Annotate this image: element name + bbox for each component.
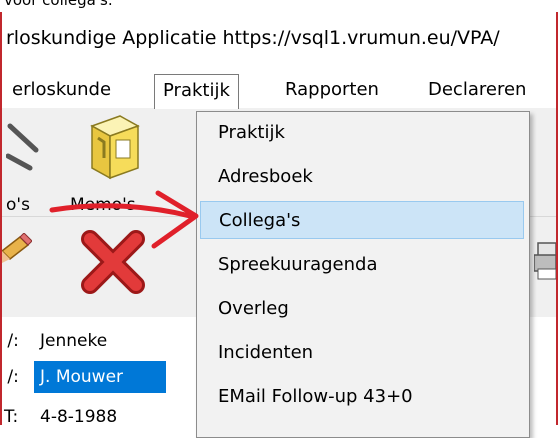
- menu-option-praktijk[interactable]: Praktijk: [200, 114, 524, 152]
- form-row-first-name: /: Jenneke: [4, 325, 107, 357]
- menu-declareren[interactable]: Declareren: [420, 74, 534, 106]
- date-value[interactable]: 4-8-1988: [34, 401, 123, 425]
- menu-option-adresboek[interactable]: Adresboek: [200, 158, 524, 196]
- printer-icon[interactable]: [533, 237, 556, 285]
- form-row-date: T: 4-8-1988: [4, 401, 117, 425]
- menu-bar: erloskunde Praktijk Rapporten Declareren: [2, 70, 556, 109]
- menu-option-collegas[interactable]: Collega's: [200, 201, 524, 239]
- praktijk-dropdown-menu: Praktijk Adresboek Collega's Spreekuurag…: [196, 111, 530, 438]
- name-value[interactable]: J. Mouwer: [34, 361, 166, 393]
- memo-button-label[interactable]: Memo's: [70, 196, 136, 214]
- menu-verloskunde[interactable]: erloskunde: [4, 74, 119, 106]
- memo-icon[interactable]: [82, 112, 144, 190]
- first-name-value[interactable]: Jenneke: [34, 325, 113, 357]
- menu-rapporten[interactable]: Rapporten: [277, 74, 387, 106]
- edit-pencil-icon[interactable]: [2, 232, 33, 287]
- form-row-label: /:: [4, 367, 19, 387]
- menu-option-overleg[interactable]: Overleg: [200, 290, 524, 328]
- form-row-label: /:: [4, 331, 19, 351]
- menu-option-spreekuuragenda[interactable]: Spreekuuragenda: [200, 246, 524, 284]
- menu-option-incidenten[interactable]: Incidenten: [200, 334, 524, 372]
- menu-praktijk[interactable]: Praktijk: [154, 74, 239, 109]
- delete-icon[interactable]: [80, 229, 146, 299]
- window-title: rloskundige Applicatie https://vsql1.vru…: [2, 12, 556, 65]
- form-row-label: T:: [4, 407, 19, 425]
- photos-button-label[interactable]: o's: [6, 196, 30, 214]
- form-row-name: /: J. Mouwer: [4, 361, 166, 393]
- caption-text: voor collega's:: [4, 0, 113, 9]
- menu-option-email-follow-up[interactable]: EMail Follow-up 43+0: [200, 378, 524, 416]
- photos-icon[interactable]: [5, 116, 46, 180]
